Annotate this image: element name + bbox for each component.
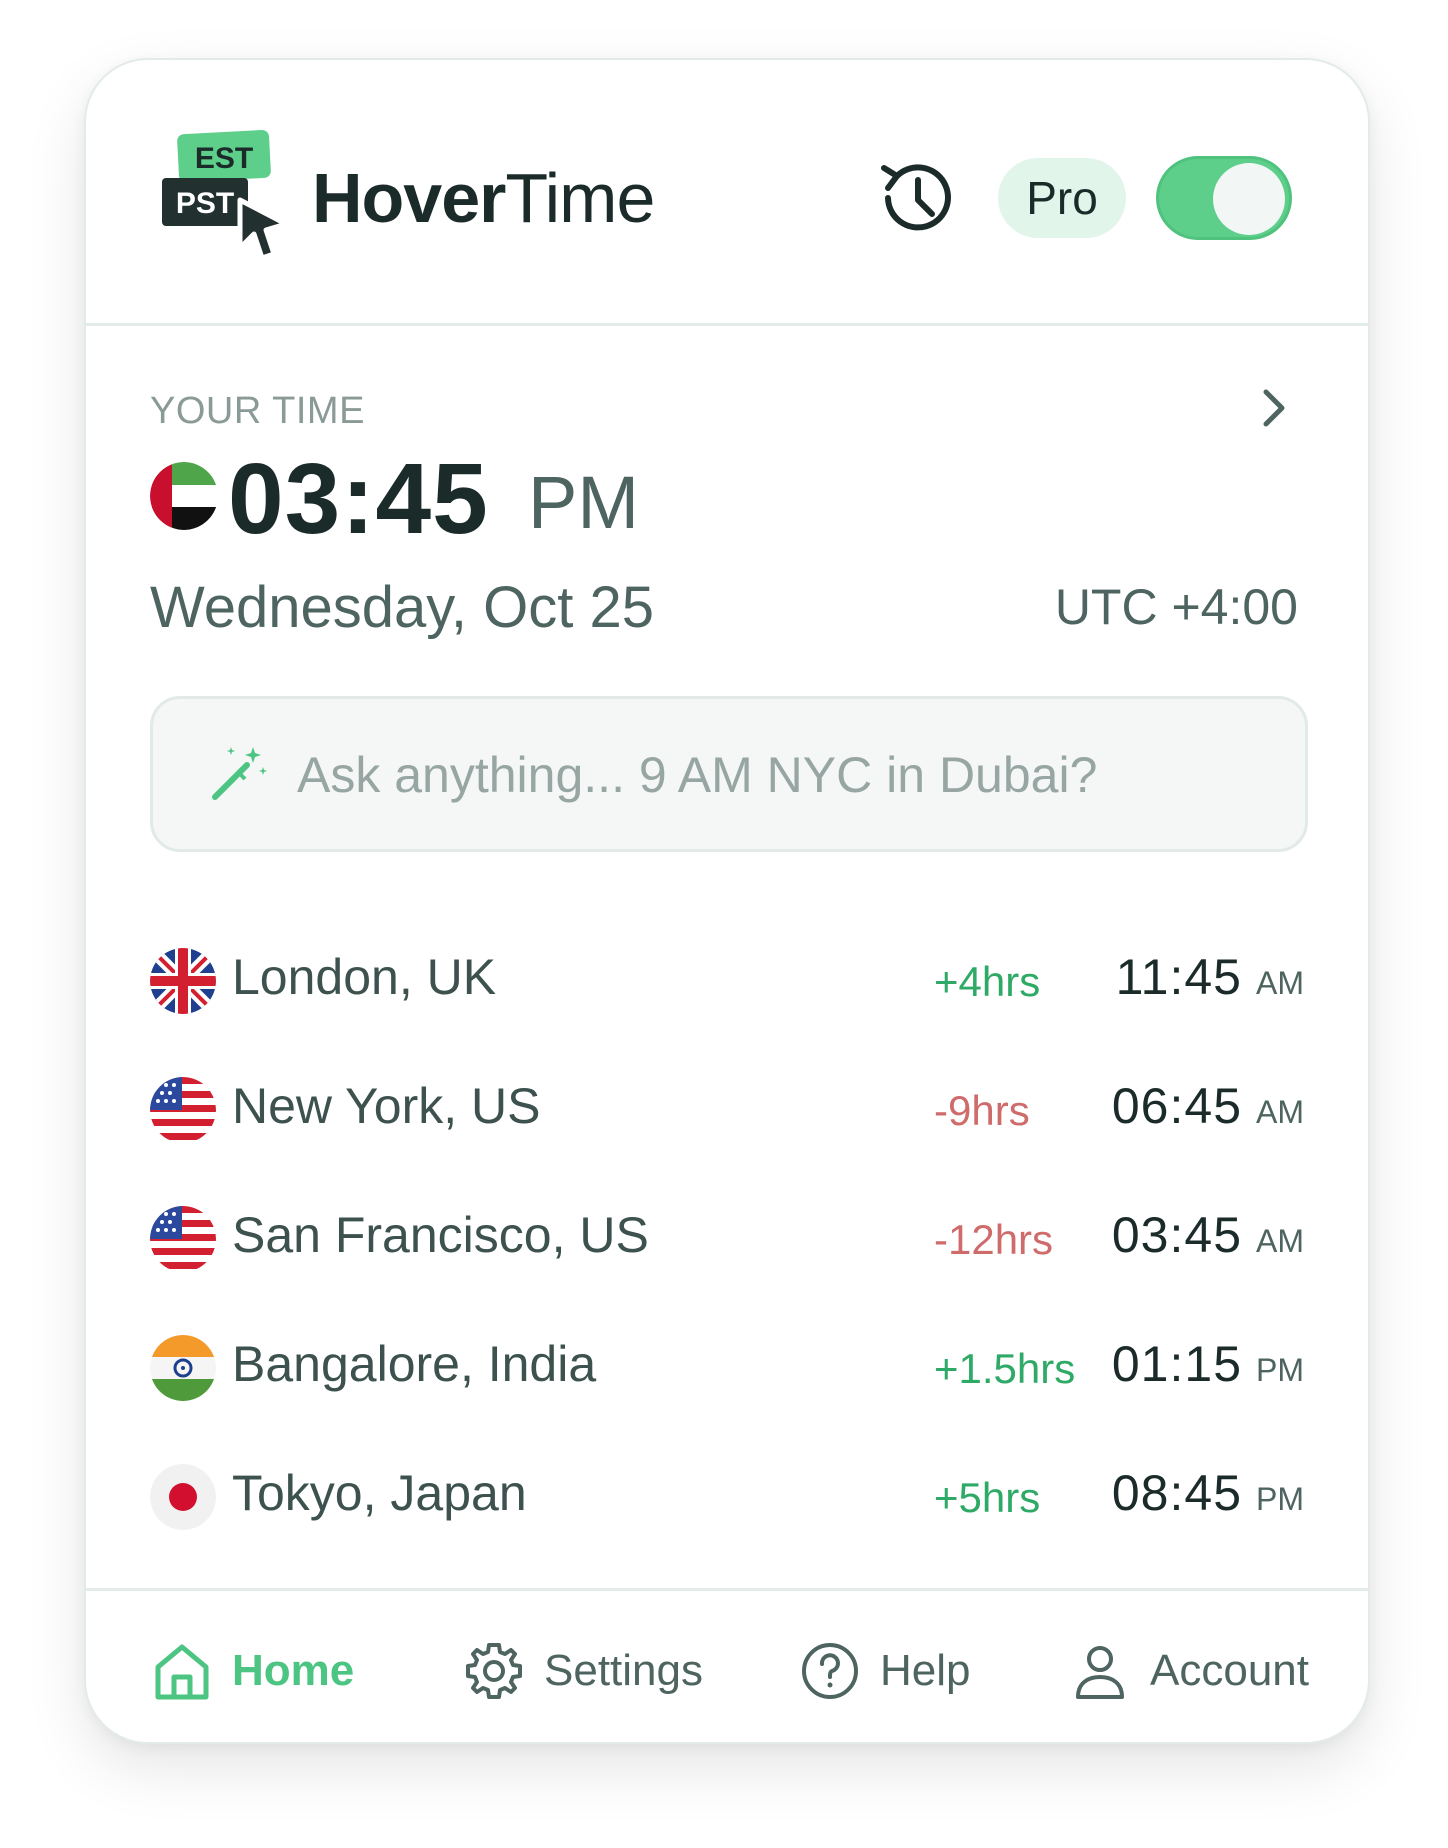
city-time: 01:15 PM: [1112, 1335, 1304, 1393]
ask-input[interactable]: [297, 737, 1257, 813]
nav-home[interactable]: Home: [150, 1635, 354, 1707]
your-time-label: YOUR TIME: [150, 390, 365, 432]
local-time: 03:45: [228, 443, 489, 555]
nav-settings[interactable]: Settings: [462, 1635, 703, 1707]
pro-badge[interactable]: Pro: [998, 158, 1126, 238]
city-time-ampm: PM: [1256, 1481, 1304, 1517]
city-time-value: 01:15: [1111, 1336, 1242, 1392]
list-item[interactable]: San Francisco, US -12hrs 03:45 AM: [86, 1178, 1368, 1307]
india-flag-icon: [150, 1335, 216, 1401]
list-item[interactable]: Bangalore, India +1.5hrs 01:15 PM: [86, 1307, 1368, 1436]
city-offset: +4hrs: [934, 958, 1041, 1005]
city-time-value: 11:45: [1115, 949, 1242, 1005]
uk-flag-icon: [150, 948, 216, 1014]
nav-account-label: Account: [1150, 1646, 1309, 1695]
bottom-nav: Home Settings Help Account: [86, 1588, 1368, 1742]
ask-box[interactable]: [150, 696, 1308, 852]
chevron-right-icon[interactable]: [1250, 384, 1298, 432]
nav-account[interactable]: Account: [1068, 1635, 1309, 1707]
enable-toggle[interactable]: [1156, 156, 1292, 240]
city-time-ampm: PM: [1256, 1352, 1304, 1388]
svg-text:PST: PST: [176, 187, 234, 220]
city-name: London, UK: [232, 949, 497, 1005]
history-icon[interactable]: [870, 152, 962, 244]
city-name: Tokyo, Japan: [232, 1465, 527, 1521]
nav-home-label: Home: [232, 1646, 355, 1695]
list-item[interactable]: London, UK +4hrs 11:45 AM: [86, 920, 1368, 1049]
nav-help-label: Help: [880, 1646, 971, 1695]
gear-icon: [466, 1643, 522, 1699]
magic-wand-icon: [212, 747, 267, 800]
help-icon: [802, 1643, 858, 1699]
nav-help[interactable]: Help: [798, 1635, 971, 1707]
user-icon: [1076, 1646, 1124, 1699]
utc-offset: UTC +4:00: [1054, 579, 1298, 635]
japan-flag-icon: [150, 1464, 216, 1530]
local-date: Wednesday, Oct 25: [150, 575, 655, 640]
city-time-value: 08:45: [1111, 1465, 1242, 1521]
uae-flag-icon: [150, 462, 218, 530]
local-ampm: PM: [528, 461, 639, 544]
brand-bold: Hover: [312, 159, 506, 237]
home-icon: [155, 1644, 209, 1700]
toggle-knob: [1213, 163, 1285, 235]
city-offset: -9hrs: [934, 1087, 1030, 1134]
city-offset: +5hrs: [934, 1474, 1041, 1521]
nav-settings-label: Settings: [544, 1646, 703, 1695]
hovertime-logo: EST PST: [162, 129, 289, 261]
svg-text:EST: EST: [195, 142, 253, 175]
header: EST PST HoverTime Pro: [86, 60, 1368, 326]
city-time: 06:45 AM: [1112, 1077, 1304, 1135]
city-name: New York, US: [232, 1078, 541, 1134]
us-flag-icon: [150, 1077, 216, 1143]
brand-light: Time: [505, 159, 655, 237]
list-item[interactable]: Tokyo, Japan +5hrs 08:45 PM: [86, 1436, 1368, 1565]
city-time-value: 03:45: [1111, 1207, 1242, 1263]
city-time-ampm: AM: [1256, 1223, 1304, 1259]
city-time: 08:45 PM: [1112, 1464, 1304, 1522]
brand-name: HoverTime: [312, 158, 655, 238]
list-item[interactable]: New York, US -9hrs 06:45 AM: [86, 1049, 1368, 1178]
city-name: San Francisco, US: [232, 1207, 649, 1263]
city-name: Bangalore, India: [232, 1336, 597, 1392]
city-offset: +1.5hrs: [934, 1345, 1076, 1392]
city-time: 11:45 AM: [1116, 948, 1304, 1006]
us-flag-icon: [150, 1206, 216, 1272]
city-time-ampm: AM: [1256, 965, 1304, 1001]
hovertime-popup: EST PST HoverTime Pro YOUR TIME 03:45 PM…: [84, 58, 1370, 1744]
city-time: 03:45 AM: [1112, 1206, 1304, 1264]
city-time-value: 06:45: [1111, 1078, 1242, 1134]
city-time-ampm: AM: [1256, 1094, 1304, 1130]
city-offset: -12hrs: [934, 1216, 1054, 1263]
